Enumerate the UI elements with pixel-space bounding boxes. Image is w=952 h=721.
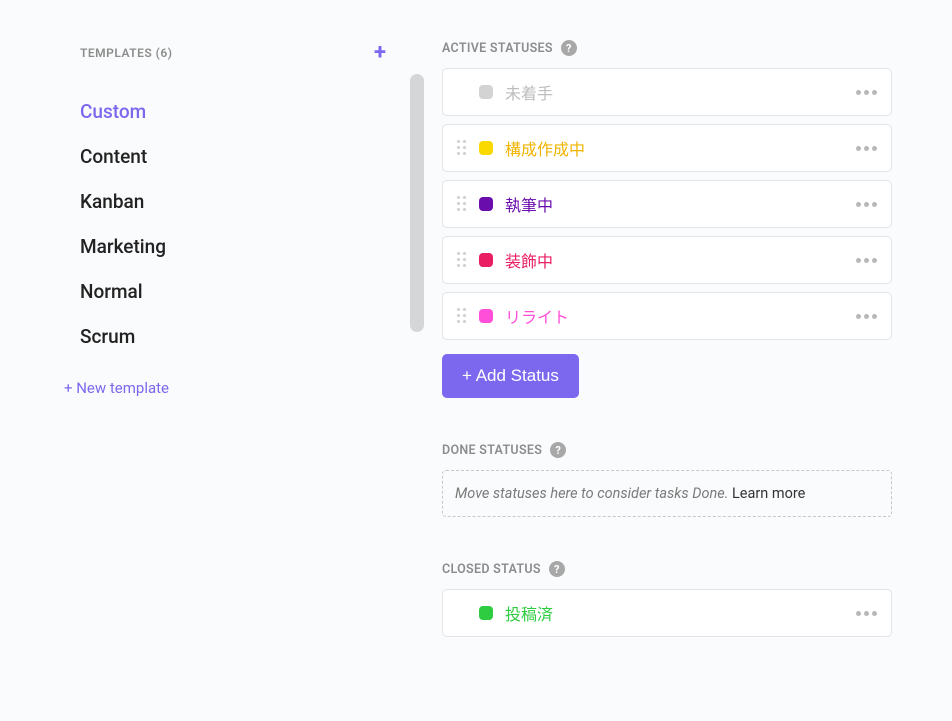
- status-color-swatch[interactable]: [479, 309, 493, 323]
- more-icon[interactable]: [856, 611, 877, 616]
- help-icon[interactable]: ?: [550, 442, 566, 458]
- template-item[interactable]: Marketing: [80, 224, 390, 269]
- status-row[interactable]: 構成作成中: [442, 124, 892, 172]
- template-item[interactable]: Custom: [80, 89, 390, 134]
- status-row[interactable]: リライト: [442, 292, 892, 340]
- status-color-swatch[interactable]: [479, 141, 493, 155]
- closed-status-title: CLOSED STATUS: [442, 562, 541, 577]
- more-icon[interactable]: [856, 258, 877, 263]
- done-statuses-section: DONE STATUSES ? Move statuses here to co…: [442, 442, 892, 517]
- drag-handle-icon[interactable]: [457, 308, 467, 324]
- add-status-button[interactable]: + Add Status: [442, 354, 579, 398]
- template-list: CustomContentKanbanMarketingNormalScrum: [80, 89, 390, 359]
- more-icon[interactable]: [856, 202, 877, 207]
- template-item[interactable]: Kanban: [80, 179, 390, 224]
- template-item[interactable]: Scrum: [80, 314, 390, 359]
- status-row[interactable]: 投稿済: [442, 589, 892, 637]
- learn-more-link[interactable]: Learn more: [732, 485, 805, 502]
- more-icon[interactable]: [856, 146, 877, 151]
- done-dropzone[interactable]: Move statuses here to consider tasks Don…: [442, 470, 892, 517]
- template-item[interactable]: Normal: [80, 269, 390, 314]
- status-label: 構成作成中: [505, 136, 844, 160]
- new-template-link[interactable]: + New template: [64, 359, 390, 397]
- drag-placeholder: [457, 84, 467, 100]
- done-statuses-title: DONE STATUSES: [442, 443, 542, 458]
- closed-status-section: CLOSED STATUS ? 投稿済: [442, 561, 892, 637]
- help-icon[interactable]: ?: [549, 561, 565, 577]
- more-icon[interactable]: [856, 90, 877, 95]
- status-color-swatch[interactable]: [479, 85, 493, 99]
- templates-sidebar: TEMPLATES (6) + CustomContentKanbanMarke…: [80, 40, 390, 681]
- status-label: 投稿済: [505, 601, 844, 625]
- drag-placeholder: [457, 605, 467, 621]
- templates-header: TEMPLATES (6): [80, 46, 172, 60]
- status-label: 執筆中: [505, 192, 844, 216]
- template-item[interactable]: Content: [80, 134, 390, 179]
- status-color-swatch[interactable]: [479, 606, 493, 620]
- status-label: リライト: [505, 304, 844, 328]
- active-statuses-title: ACTIVE STATUSES: [442, 41, 553, 56]
- more-icon[interactable]: [856, 314, 877, 319]
- status-row[interactable]: 未着手: [442, 68, 892, 116]
- add-template-icon[interactable]: +: [374, 40, 386, 65]
- scrollbar[interactable]: [410, 74, 424, 332]
- status-label: 装飾中: [505, 248, 844, 272]
- status-label: 未着手: [505, 80, 844, 104]
- status-color-swatch[interactable]: [479, 253, 493, 267]
- status-row[interactable]: 執筆中: [442, 180, 892, 228]
- drag-handle-icon[interactable]: [457, 140, 467, 156]
- active-statuses-section: ACTIVE STATUSES ? 未着手構成作成中執筆中装飾中リライト + A…: [442, 40, 892, 398]
- status-color-swatch[interactable]: [479, 197, 493, 211]
- drag-handle-icon[interactable]: [457, 196, 467, 212]
- status-row[interactable]: 装飾中: [442, 236, 892, 284]
- drag-handle-icon[interactable]: [457, 252, 467, 268]
- help-icon[interactable]: ?: [561, 40, 577, 56]
- done-placeholder-text: Move statuses here to consider tasks Don…: [455, 485, 732, 502]
